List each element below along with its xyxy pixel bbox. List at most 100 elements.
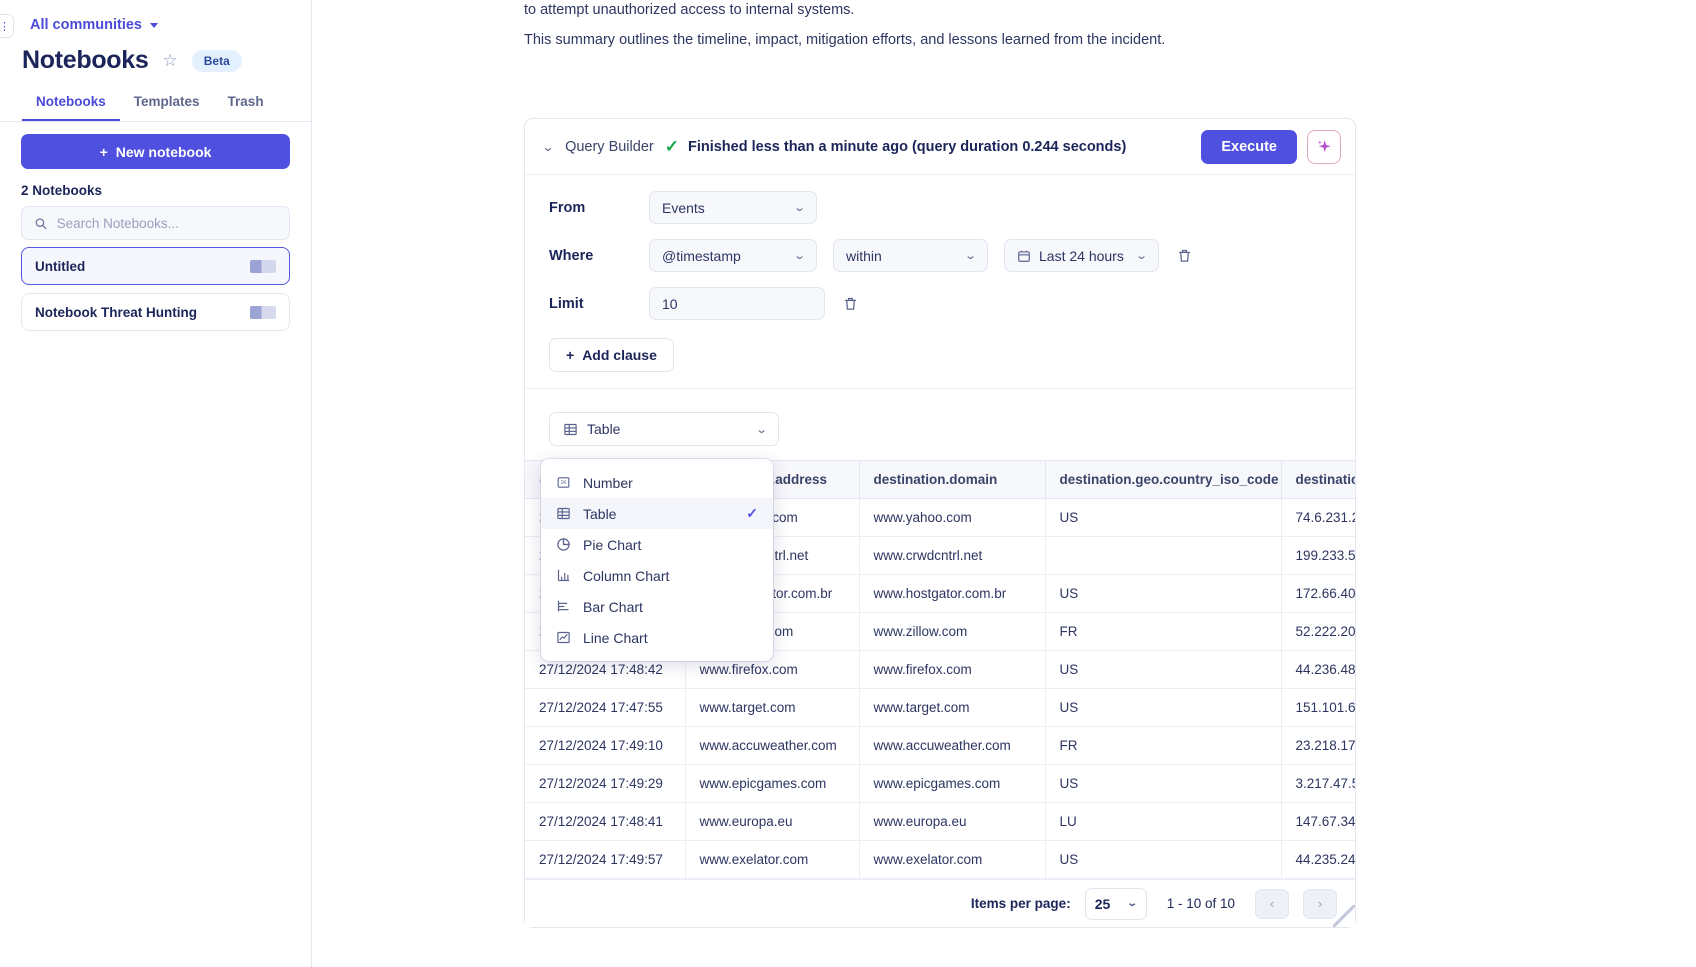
chevron-down-icon: ⌄ bbox=[1135, 249, 1148, 262]
add-clause-label: Add clause bbox=[582, 347, 657, 363]
menu-item-label: Number bbox=[583, 475, 633, 491]
where-time-range-select[interactable]: Last 24 hours ⌄ bbox=[1004, 239, 1159, 272]
limit-label: Limit bbox=[549, 296, 649, 312]
menu-item-number[interactable]: 1K Number bbox=[541, 467, 773, 498]
cell-country bbox=[1045, 537, 1281, 575]
column-header-destination-country[interactable]: destination.geo.country_iso_code bbox=[1045, 461, 1281, 499]
cell-country: US bbox=[1045, 651, 1281, 689]
from-source-select[interactable]: Events ⌄ bbox=[649, 191, 817, 224]
pie-chart-icon bbox=[555, 537, 571, 553]
search-icon bbox=[34, 216, 48, 231]
cell-ip: 147.67.34. bbox=[1281, 803, 1355, 841]
sidebar-collapse-toggle[interactable]: ⋮ bbox=[0, 14, 14, 38]
collapse-icon: ⋮ bbox=[0, 20, 10, 33]
sidebar-tabs: Notebooks Templates Trash bbox=[0, 88, 312, 122]
query-builder-card: ⌄ Query Builder ✓ Finished less than a m… bbox=[524, 118, 1356, 928]
cell-country: FR bbox=[1045, 613, 1281, 651]
menu-item-column-chart[interactable]: Column Chart bbox=[541, 560, 773, 591]
cell-country: US bbox=[1045, 841, 1281, 879]
cell-address: www.europa.eu bbox=[685, 803, 859, 841]
cell-timestamp: 27/12/2024 17:47:55 bbox=[525, 689, 685, 727]
notebook-name: Notebook Threat Hunting bbox=[35, 305, 197, 320]
table-row[interactable]: 27/12/2024 17:49:10 www.accuweather.com … bbox=[525, 727, 1355, 765]
tab-notebooks[interactable]: Notebooks bbox=[22, 88, 120, 121]
cell-ip: 52.222.20 bbox=[1281, 613, 1355, 651]
chevron-down-icon[interactable]: ⌄ bbox=[541, 140, 554, 154]
cell-ip: 172.66.40. bbox=[1281, 575, 1355, 613]
cell-ip: 44.235.24 bbox=[1281, 841, 1355, 879]
page-title: Notebooks bbox=[22, 46, 148, 75]
menu-item-table[interactable]: Table ✓ bbox=[541, 498, 773, 529]
menu-item-label: Column Chart bbox=[583, 568, 669, 584]
cell-country: US bbox=[1045, 575, 1281, 613]
column-header-destination-domain[interactable]: destination.domain bbox=[859, 461, 1045, 499]
main-content: to attempt unauthorized access to intern… bbox=[312, 0, 1696, 967]
where-label: Where bbox=[549, 248, 649, 264]
query-builder-title: Query Builder bbox=[565, 139, 654, 155]
items-per-page-label: Items per page: bbox=[971, 896, 1071, 911]
menu-item-pie-chart[interactable]: Pie Chart bbox=[541, 529, 773, 560]
table-row[interactable]: 27/12/2024 17:49:29 www.epicgames.com ww… bbox=[525, 765, 1355, 803]
column-header-destination-ip[interactable]: destination.ip bbox=[1281, 461, 1355, 499]
notebook-list-item-threat-hunting[interactable]: Notebook Threat Hunting bbox=[21, 293, 290, 331]
next-page-button[interactable]: › bbox=[1303, 889, 1337, 919]
visualization-type-value: Table bbox=[587, 421, 620, 437]
bar-chart-icon bbox=[555, 599, 571, 615]
cell-ip: 44.236.48 bbox=[1281, 651, 1355, 689]
cell-country: US bbox=[1045, 689, 1281, 727]
execute-button[interactable]: Execute bbox=[1201, 130, 1297, 164]
delete-limit-clause-button[interactable] bbox=[843, 296, 858, 311]
new-notebook-label: New notebook bbox=[116, 144, 212, 160]
cell-ip: 151.101.66. bbox=[1281, 689, 1355, 727]
cell-domain: www.hostgator.com.br bbox=[859, 575, 1045, 613]
items-per-page-select[interactable]: 25 ⌄ bbox=[1085, 888, 1147, 920]
where-row: Where @timestamp ⌄ within ⌄ Last 24 bbox=[525, 239, 1355, 272]
table-pagination-footer: Items per page: 25 ⌄ 1 - 10 of 10 ‹ › bbox=[525, 879, 1355, 927]
where-field-value: @timestamp bbox=[662, 248, 741, 264]
ai-assist-button[interactable] bbox=[1307, 130, 1341, 164]
table-row[interactable]: 27/12/2024 17:47:55 www.target.com www.t… bbox=[525, 689, 1355, 727]
visualization-type-select[interactable]: Table ⌄ bbox=[549, 412, 779, 446]
limit-input[interactable] bbox=[649, 287, 825, 320]
cell-country: FR bbox=[1045, 727, 1281, 765]
cell-timestamp: 27/12/2024 17:48:41 bbox=[525, 803, 685, 841]
community-selector-label: All communities bbox=[30, 17, 142, 33]
where-operator-value: within bbox=[846, 248, 882, 264]
where-field-select[interactable]: @timestamp ⌄ bbox=[649, 239, 817, 272]
chevron-down-icon: ⌄ bbox=[1127, 898, 1139, 909]
status-badge: Beta bbox=[192, 50, 242, 72]
community-selector[interactable]: All communities bbox=[30, 17, 158, 33]
search-input[interactable] bbox=[57, 216, 277, 231]
from-row: From Events ⌄ bbox=[525, 191, 1355, 224]
pagination-range-label: 1 - 10 of 10 bbox=[1167, 896, 1235, 911]
cell-domain: www.zillow.com bbox=[859, 613, 1045, 651]
number-icon: 1K bbox=[555, 475, 571, 491]
trash-icon bbox=[1177, 248, 1192, 263]
delete-where-clause-button[interactable] bbox=[1177, 248, 1192, 263]
table-row[interactable]: 27/12/2024 17:48:41 www.europa.eu www.eu… bbox=[525, 803, 1355, 841]
add-clause-button[interactable]: + Add clause bbox=[549, 338, 674, 372]
new-notebook-button[interactable]: + New notebook bbox=[21, 134, 290, 169]
divider bbox=[525, 388, 1355, 389]
notebook-list-item-untitled[interactable]: Untitled bbox=[21, 247, 290, 285]
previous-page-button[interactable]: ‹ bbox=[1255, 889, 1289, 919]
table-row[interactable]: 27/12/2024 17:49:57 www.exelator.com www… bbox=[525, 841, 1355, 879]
items-per-page-value: 25 bbox=[1095, 896, 1111, 912]
tab-trash[interactable]: Trash bbox=[214, 88, 278, 121]
menu-item-bar-chart[interactable]: Bar Chart bbox=[541, 591, 773, 622]
tab-templates[interactable]: Templates bbox=[120, 88, 214, 121]
notebook-name: Untitled bbox=[35, 259, 85, 274]
resize-handle-icon[interactable] bbox=[1333, 905, 1355, 927]
cell-domain: www.exelator.com bbox=[859, 841, 1045, 879]
where-operator-select[interactable]: within ⌄ bbox=[833, 239, 988, 272]
menu-item-label: Table bbox=[583, 506, 616, 522]
search-notebooks-box[interactable] bbox=[21, 206, 290, 240]
plus-icon: + bbox=[100, 144, 108, 160]
menu-item-line-chart[interactable]: Line Chart bbox=[541, 622, 773, 653]
star-icon[interactable]: ☆ bbox=[162, 52, 177, 69]
cell-domain: www.target.com bbox=[859, 689, 1045, 727]
visualization-section: Table ⌄ 1K Number bbox=[525, 395, 1355, 446]
chevron-down-icon bbox=[150, 23, 158, 28]
where-time-range-value: Last 24 hours bbox=[1039, 248, 1124, 264]
cell-country: US bbox=[1045, 765, 1281, 803]
